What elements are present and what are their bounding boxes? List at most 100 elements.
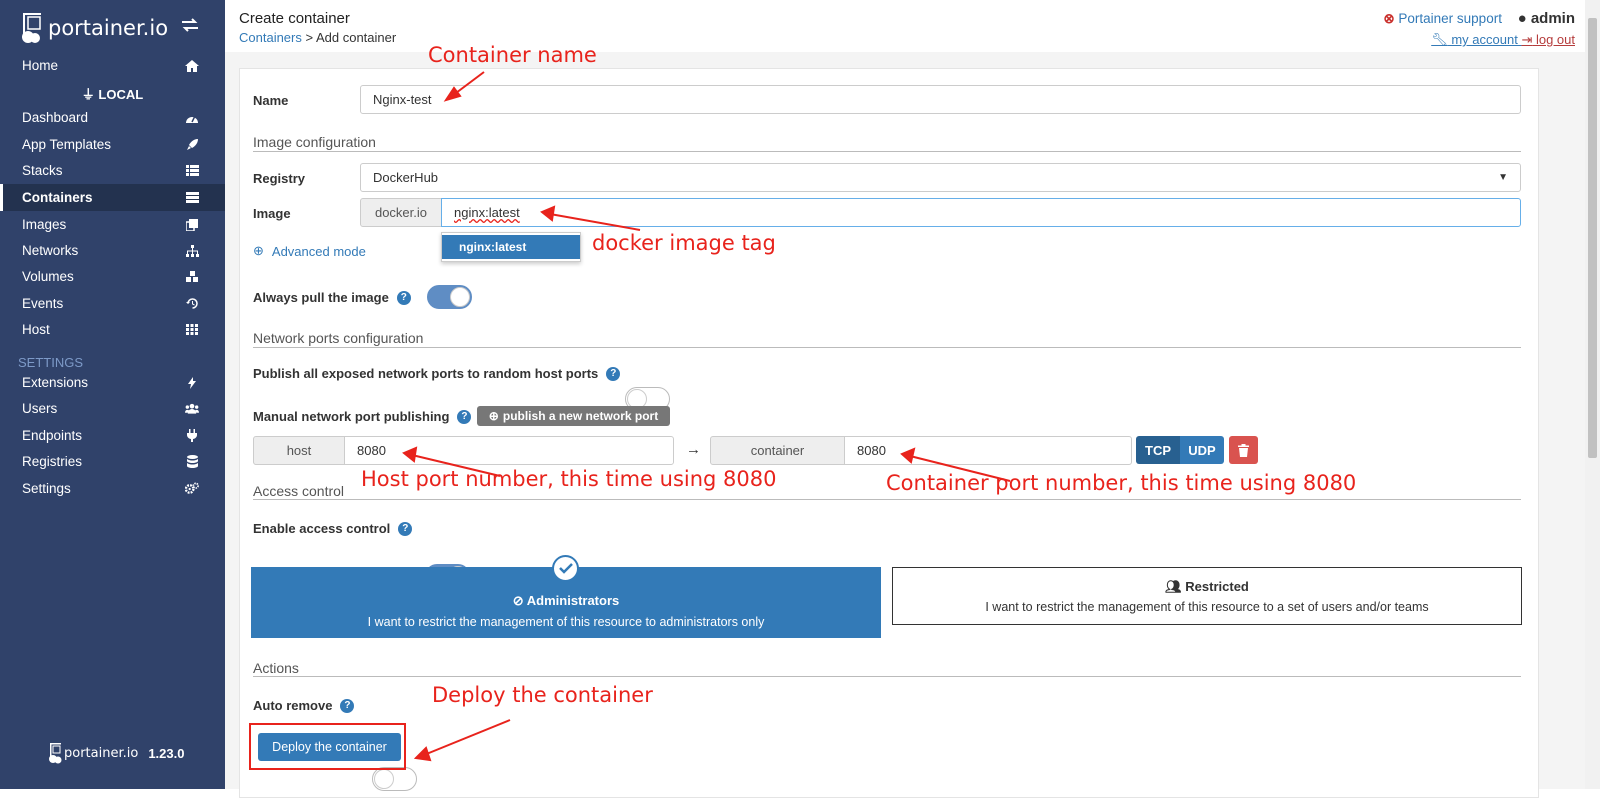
sidebar-item-events[interactable]: Events xyxy=(0,290,225,317)
sidebar-item-label: Images xyxy=(22,217,67,232)
user-area: ⊗ Portainer support ● admin 🔧︎ my accoun… xyxy=(1383,10,1575,48)
sidebar-item-users[interactable]: Users xyxy=(0,395,225,422)
page-title: Create container xyxy=(239,10,350,27)
clone-icon xyxy=(185,218,199,232)
sidebar-item-label: Events xyxy=(22,296,64,311)
remove-port-button[interactable] xyxy=(1229,436,1258,464)
sidebar-item-registries[interactable]: Registries xyxy=(0,448,225,475)
eye-slash-icon: ⊘ xyxy=(512,593,524,608)
annotation-deploy: Deploy the container xyxy=(432,683,653,707)
th-icon xyxy=(185,323,199,337)
breadcrumb-containers-link[interactable]: Containers xyxy=(239,30,302,45)
sidebar-item-networks[interactable]: Networks xyxy=(0,237,225,264)
actions-section-title: Actions xyxy=(253,660,299,676)
name-label: Name xyxy=(253,93,289,108)
sidebar-item-label: Dashboard xyxy=(22,110,89,125)
content-area: Name Nginx-test Image configuration Regi… xyxy=(225,43,1585,798)
question-circle-icon[interactable]: ? xyxy=(340,698,355,713)
breadcrumb: Containers > Add container xyxy=(239,30,396,45)
section-divider xyxy=(253,151,1521,152)
vertical-scrollbar[interactable] xyxy=(1585,0,1600,789)
settings-header: SETTINGS xyxy=(18,355,84,370)
sidebar-item-label: Registries xyxy=(22,454,83,469)
tcp-button[interactable]: TCP xyxy=(1136,436,1180,464)
host-port-input[interactable]: 8080 xyxy=(344,436,674,465)
portainer-footer-icon xyxy=(49,743,62,764)
trash-icon xyxy=(1238,443,1249,457)
manual-publish-row: Manual network port publishing ? xyxy=(253,409,472,424)
sidebar-item-images[interactable]: Images xyxy=(0,211,225,238)
sidebar-item-label: Stacks xyxy=(22,163,63,178)
question-circle-icon[interactable]: ? xyxy=(606,366,621,381)
th-list-icon xyxy=(185,164,199,178)
sidebar-item-stacks[interactable]: Stacks xyxy=(0,157,225,184)
restricted-title-row: 👥︎ Restricted xyxy=(1165,579,1249,594)
sidebar-item-label: Volumes xyxy=(22,269,74,284)
footer-logo-text: portainer.io xyxy=(64,745,139,761)
annotation-container-name: Container name xyxy=(428,43,597,67)
username: ● admin xyxy=(1517,10,1575,27)
logo-text: portainer.io xyxy=(48,16,169,40)
question-circle-icon[interactable]: ? xyxy=(457,409,472,424)
always-pull-toggle[interactable] xyxy=(427,285,472,309)
globe-icon: ⊕ xyxy=(253,243,264,258)
access-section-title: Access control xyxy=(253,483,345,499)
enable-access-row: Enable access control ? xyxy=(253,521,413,536)
image-suggestion-dropdown: nginx:latest xyxy=(441,232,581,262)
restricted-option[interactable]: 👥︎ Restricted I want to restrict the man… xyxy=(892,567,1522,625)
sidebar-item-dashboard[interactable]: Dashboard xyxy=(0,104,225,131)
sidebar-item-volumes[interactable]: Volumes xyxy=(0,263,225,290)
restricted-desc: I want to restrict the management of thi… xyxy=(985,600,1429,614)
suggestion-item[interactable]: nginx:latest xyxy=(442,235,580,259)
deploy-button[interactable]: Deploy the container xyxy=(258,733,401,761)
always-pull-row: Always pull the image ? xyxy=(253,290,411,305)
publish-all-row: Publish all exposed network ports to ran… xyxy=(253,366,621,381)
tachometer-icon xyxy=(185,111,199,125)
auto-remove-toggle[interactable] xyxy=(372,767,417,791)
advanced-mode-link[interactable]: ⊕ Advanced mode xyxy=(253,243,366,259)
swap-icon[interactable] xyxy=(180,18,200,32)
arrow-right-icon: → xyxy=(686,441,701,458)
image-config-section-title: Image configuration xyxy=(253,134,376,150)
sidebar-item-containers[interactable]: Containers xyxy=(0,184,225,211)
sidebar-item-extensions[interactable]: Extensions xyxy=(0,369,225,396)
logout-link[interactable]: ⇥ log out xyxy=(1521,32,1575,47)
container-addon: container xyxy=(710,436,845,465)
question-circle-icon[interactable]: ? xyxy=(396,290,411,305)
check-circle-icon xyxy=(552,555,579,582)
rocket-icon xyxy=(185,138,199,152)
support-link[interactable]: ⊗ Portainer support xyxy=(1383,11,1502,26)
name-input[interactable]: Nginx-test xyxy=(360,85,1521,114)
question-circle-icon[interactable]: ? xyxy=(398,521,413,536)
wrench-icon: 🔧︎ xyxy=(1431,32,1448,47)
image-label: Image xyxy=(253,206,291,221)
scrollbar-thumb[interactable] xyxy=(1588,18,1597,458)
user-circle-icon: ● xyxy=(1517,10,1527,27)
publish-new-port-button[interactable]: ⊕ publish a new network port xyxy=(477,406,670,426)
sidebar-item-label: Extensions xyxy=(22,375,89,390)
plus-circle-icon: ⊕ xyxy=(488,409,499,423)
annotation-container-port: Container port number, this time using 8… xyxy=(886,471,1357,495)
sidebar-item-home[interactable]: Home xyxy=(0,52,225,79)
udp-button[interactable]: UDP xyxy=(1180,436,1224,464)
administrators-desc: I want to restrict the management of thi… xyxy=(367,615,765,629)
sidebar-item-endpoints[interactable]: Endpoints xyxy=(0,422,225,449)
caret-down-icon: ▼ xyxy=(1498,172,1508,183)
sitemap-icon xyxy=(185,244,199,258)
sidebar-item-host[interactable]: Host xyxy=(0,316,225,343)
section-divider xyxy=(253,347,1521,348)
sidebar-item-app-templates[interactable]: App Templates xyxy=(0,131,225,158)
image-input[interactable]: nginx:latest xyxy=(441,198,1521,227)
plug-icon: ⏚ xyxy=(81,87,95,102)
sidebar-item-label: Containers xyxy=(22,190,93,205)
sidebar-item-settings[interactable]: Settings xyxy=(0,475,225,502)
breadcrumb-current: > Add container xyxy=(301,30,397,45)
container-port-input[interactable]: 8080 xyxy=(844,436,1132,465)
users-icon xyxy=(185,402,199,416)
portainer-logo[interactable]: portainer.io xyxy=(20,8,168,48)
plug-icon xyxy=(185,429,199,443)
my-account-link[interactable]: 🔧︎ my account xyxy=(1431,32,1521,47)
auto-remove-row: Auto remove ? xyxy=(253,698,355,713)
history-icon xyxy=(185,297,199,311)
registry-select[interactable]: DockerHub ▼ xyxy=(360,163,1521,192)
